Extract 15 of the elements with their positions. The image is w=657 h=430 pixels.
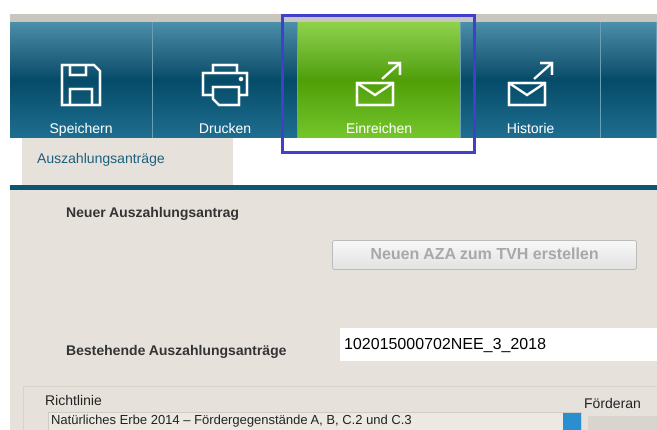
toolbar-button[interactable]: Historie [461,22,601,138]
column-label: Förderan [584,394,641,413]
printer-icon [201,63,249,107]
select-value: Natürliches Erbe 2014 – Fördergegenstände A, B, C.2 und C.3 [50,413,413,427]
envelope-arrow-icon [355,61,403,107]
tab[interactable]: Auszahlungsanträge [22,138,233,185]
field-label: Bestehende Auszahlungsanträge [66,341,286,360]
toolbar-button[interactable] [601,22,657,138]
envelope-arrow-icon [506,61,554,107]
select-field[interactable]: Natürliches Erbe 2014 – Fördergegenstände A, B, C.2 und C.3 [48,412,582,430]
section-title: Neuer Auszahlungsantrag [66,203,239,222]
toolbar-button[interactable]: Drucken [153,22,298,138]
input-field[interactable]: 102015000702NEE_3_2018 [340,328,657,361]
toolbar-button[interactable]: Speichern [10,22,153,138]
field-label: Richtlinie [45,391,102,410]
